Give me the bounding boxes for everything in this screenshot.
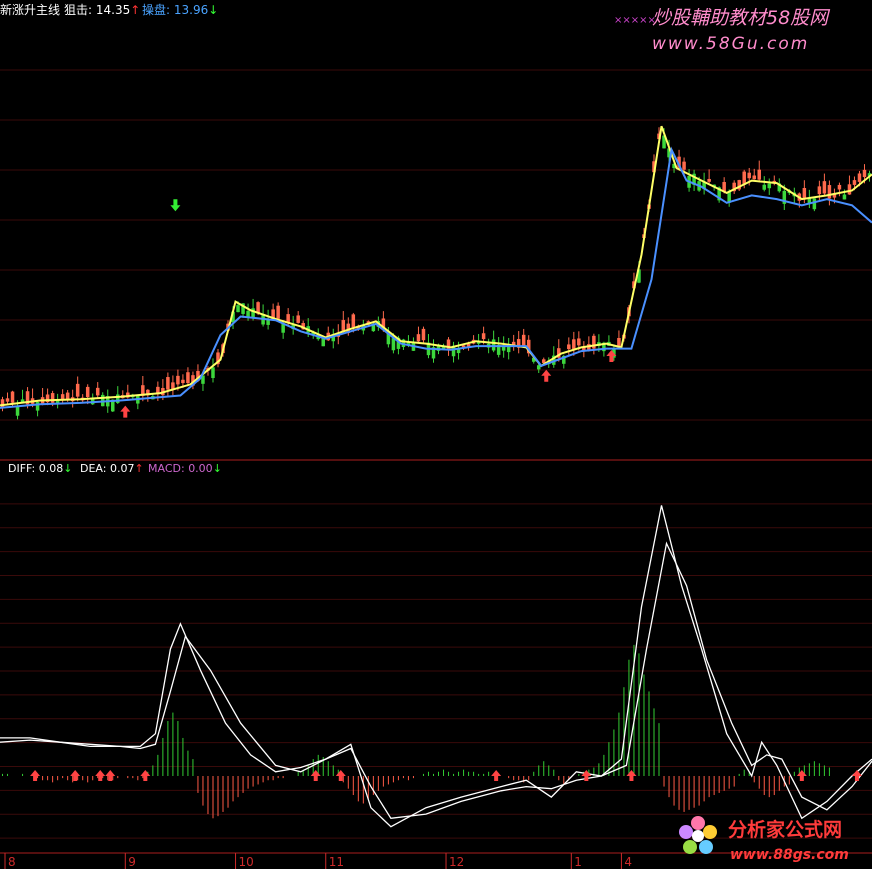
dea-arrow: ↑ bbox=[134, 462, 143, 475]
macd-value: 0.00 bbox=[188, 462, 213, 475]
macd-legend-diff: DIFF: 0.08↓ bbox=[8, 462, 72, 475]
candle-body bbox=[847, 184, 852, 195]
candle-body bbox=[521, 334, 526, 346]
x-tick-label: 11 bbox=[329, 855, 344, 869]
candle-body bbox=[276, 305, 280, 319]
candle-body bbox=[75, 383, 80, 397]
watermark-top-title: 炒股輔助教材58股网 bbox=[652, 7, 831, 29]
candle-body bbox=[491, 339, 496, 351]
candle-body bbox=[5, 398, 10, 402]
operate-value: 13.96 bbox=[174, 3, 208, 17]
candle-body bbox=[862, 169, 867, 178]
candle-body bbox=[186, 372, 190, 384]
candle-body bbox=[852, 180, 857, 185]
x-tick-label: 10 bbox=[239, 855, 254, 869]
watermark-bottom-title: 分析家公式网 bbox=[728, 818, 842, 841]
x-tick-label: 9 bbox=[128, 855, 136, 869]
candle-body bbox=[747, 172, 751, 179]
candle-body bbox=[572, 339, 576, 350]
candle-body bbox=[817, 186, 822, 195]
candle-body bbox=[50, 393, 55, 403]
diff-value: 0.08 bbox=[39, 462, 64, 475]
watermark-marker: ××××× bbox=[614, 15, 656, 26]
candle-body bbox=[421, 328, 426, 341]
candle-body bbox=[166, 377, 170, 390]
dea-label: DEA bbox=[80, 462, 103, 475]
candle-body bbox=[211, 367, 215, 379]
main-legend-snipe: 狙击: 14.35↑ bbox=[64, 3, 140, 17]
candle-body bbox=[567, 344, 571, 350]
snipe-arrow: ↑ bbox=[130, 3, 140, 17]
candle-body bbox=[351, 314, 356, 328]
x-tick-label: 1 bbox=[574, 855, 582, 869]
candle-body bbox=[341, 320, 346, 331]
candle-body bbox=[577, 338, 581, 346]
candle-body bbox=[707, 178, 711, 182]
candle-body bbox=[236, 305, 240, 313]
watermark-bottom-url: www.88gs.com bbox=[730, 847, 849, 863]
macd-label: MACD bbox=[148, 462, 181, 475]
candle-body bbox=[837, 184, 842, 190]
candle-body bbox=[181, 379, 185, 384]
chart-background bbox=[0, 0, 872, 869]
x-tick-label: 12 bbox=[449, 855, 464, 869]
x-tick-label: 8 bbox=[8, 855, 16, 869]
candle-body bbox=[416, 334, 421, 342]
operate-arrow: ↓ bbox=[208, 3, 218, 17]
macd-legend-dea: DEA: 0.07↑ bbox=[80, 462, 144, 475]
candle-body bbox=[281, 323, 285, 333]
dea-value: 0.07 bbox=[110, 462, 135, 475]
candle-body bbox=[85, 386, 90, 398]
diff-arrow: ↓ bbox=[63, 462, 72, 475]
candle-body bbox=[822, 181, 827, 194]
candle-body bbox=[752, 175, 756, 180]
candle-body bbox=[827, 185, 832, 199]
main-legend-operate: 操盘: 13.96↓ bbox=[142, 2, 218, 17]
candle-body bbox=[842, 194, 847, 200]
candle-body bbox=[857, 173, 862, 182]
candle-body bbox=[481, 333, 486, 340]
candle-body bbox=[812, 198, 817, 210]
candle-body bbox=[767, 183, 772, 189]
snipe-value: 14.35 bbox=[96, 3, 130, 17]
watermark-top-url: www.58Gu.com bbox=[652, 34, 809, 54]
macd-arrow: ↓ bbox=[213, 462, 222, 475]
operate-label: 操盘 bbox=[142, 2, 166, 17]
candle-body bbox=[757, 169, 761, 180]
diff-label: DIFF bbox=[8, 462, 32, 475]
x-tick-label: 4 bbox=[624, 855, 632, 869]
candle-body bbox=[682, 161, 686, 170]
candle-body bbox=[391, 338, 396, 351]
candle-body bbox=[176, 375, 180, 385]
candle-body bbox=[762, 184, 767, 190]
candle-body bbox=[95, 387, 100, 396]
candle-body bbox=[286, 314, 290, 323]
stock-chart: 8 9 10 11 12 1 4 新涨升主线 狙击: 14.35↑ 操盘: 13.96↓ D… bbox=[0, 0, 872, 869]
candle-body bbox=[617, 337, 621, 347]
candle-body bbox=[10, 391, 15, 403]
candle-body bbox=[296, 315, 300, 323]
snipe-label: 狙击 bbox=[64, 3, 88, 17]
main-indicator-name: 新涨升主线 bbox=[0, 2, 60, 17]
macd-legend-macd: MACD: 0.00↓ bbox=[148, 462, 222, 475]
